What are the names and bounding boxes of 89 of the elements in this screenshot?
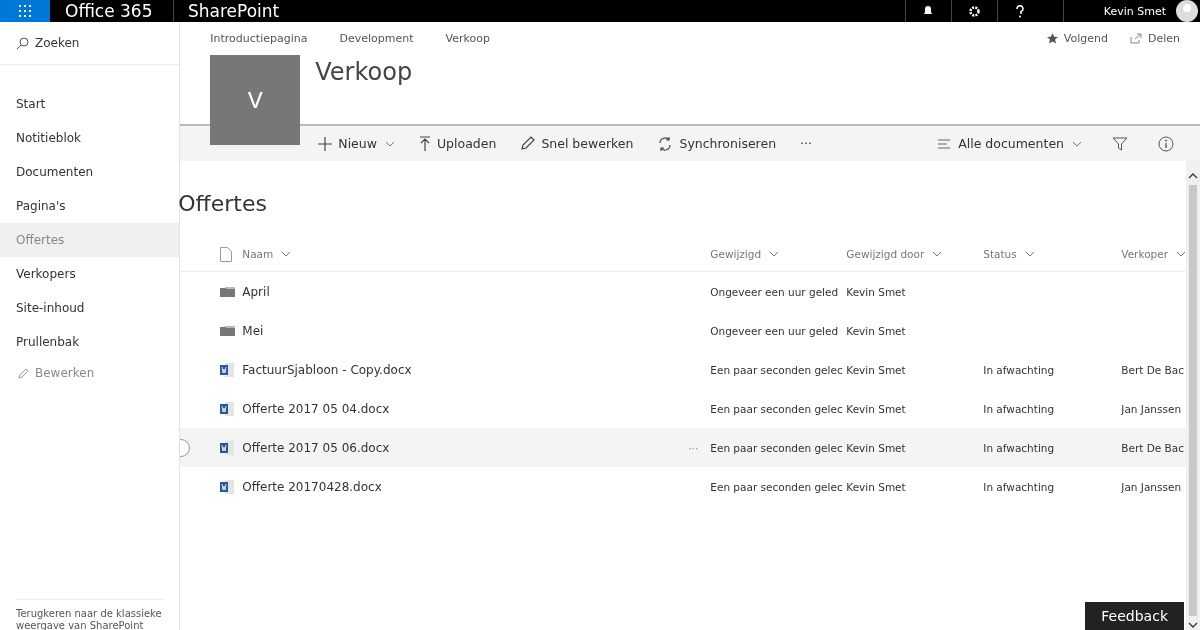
table-cell-text: Een paar seconden gelec xyxy=(710,441,844,454)
sidebar-item[interactable]: Prullenbak xyxy=(0,325,180,359)
column-header[interactable]: Gewijzigd door xyxy=(846,248,925,260)
table-cell-text: In afwachting xyxy=(983,441,1056,454)
sidebar-item[interactable]: Verkopers xyxy=(0,257,180,291)
scroll-up-icon[interactable] xyxy=(1188,173,1198,179)
column-header[interactable]: Status xyxy=(983,248,1017,260)
sidebar-item[interactable]: Documenten xyxy=(0,155,180,189)
table-cell-text: In afwachting xyxy=(983,480,1056,493)
table-cell-text: Jan Janssen xyxy=(1121,480,1183,493)
chevron-down-icon xyxy=(384,140,395,147)
waffle-icon xyxy=(19,5,31,17)
info-icon[interactable] xyxy=(1158,135,1174,152)
star-icon xyxy=(1046,33,1058,44)
avatar-icon[interactable] xyxy=(1174,0,1200,22)
sidebar-item[interactable]: Pagina's xyxy=(0,189,180,223)
table-cell-text: Ongeveer een uur geled xyxy=(710,324,840,337)
table-cell-text: Kevin Smet xyxy=(846,285,907,298)
sidebar-item[interactable]: Site-inhoud xyxy=(0,291,180,325)
chevron-down-icon xyxy=(1072,140,1082,147)
table-cell-text: Kevin Smet xyxy=(846,441,907,454)
file-name[interactable]: April xyxy=(242,284,270,299)
column-header[interactable]: Gewijzigd xyxy=(710,248,762,260)
table-cell-text: In afwachting xyxy=(983,363,1056,376)
more-button[interactable]: ··· xyxy=(800,136,812,151)
sync-button[interactable]: Synchroniseren xyxy=(657,135,777,152)
view-selector[interactable]: Alle documenten xyxy=(938,136,1082,151)
sync-icon xyxy=(657,135,674,152)
file-name[interactable]: Mei xyxy=(242,323,264,338)
chevron-down-icon xyxy=(769,251,780,257)
scroll-down-icon[interactable] xyxy=(1188,622,1198,628)
table-cell-text: Bert De Bac xyxy=(1121,363,1185,376)
table-cell-text: Kevin Smet xyxy=(846,402,907,415)
pencil-icon xyxy=(18,367,29,379)
list-title: Offertes xyxy=(178,191,268,218)
sidebar-item[interactable]: Start xyxy=(0,87,180,121)
follow-button[interactable]: Volgend xyxy=(1046,32,1108,45)
plus-icon xyxy=(318,136,333,151)
product-name[interactable]: SharePoint xyxy=(188,1,280,21)
sidebar-item[interactable]: Notitieblok xyxy=(0,121,180,155)
word-document-icon xyxy=(220,400,236,417)
user-name[interactable]: Kevin Smet xyxy=(1062,0,1166,22)
edit-link[interactable]: Bewerken xyxy=(0,359,180,387)
view-lines-icon xyxy=(938,138,953,149)
breadcrumb-link[interactable]: Verkoop xyxy=(445,32,490,45)
folder-icon xyxy=(220,325,236,336)
chevron-down-icon xyxy=(1176,251,1186,257)
file-name[interactable]: Offerte 2017 05 04.docx xyxy=(242,401,390,416)
table-cell-text: Een paar seconden gelec xyxy=(710,480,844,493)
column-header[interactable]: Naam xyxy=(242,248,274,260)
chevron-down-icon xyxy=(281,251,292,257)
site-title: Verkoop xyxy=(315,58,413,86)
table-cell-text: Een paar seconden gelec xyxy=(710,402,844,415)
table-cell-text: Ongeveer een uur geled xyxy=(710,285,840,298)
column-header[interactable]: Verkoper xyxy=(1121,248,1168,260)
chevron-down-icon xyxy=(1024,251,1035,257)
table-cell-text: Kevin Smet xyxy=(846,363,907,376)
word-document-icon xyxy=(220,478,236,495)
file-name[interactable]: Offerte 20170428.docx xyxy=(242,479,382,494)
site-logo: V xyxy=(210,55,301,145)
upload-button[interactable]: Uploaden xyxy=(418,135,497,152)
app-name[interactable]: Office 365 xyxy=(65,1,173,21)
file-name[interactable]: Offerte 2017 05 06.docx xyxy=(242,440,390,455)
folder-icon xyxy=(220,286,236,297)
table-cell-text: Kevin Smet xyxy=(846,480,907,493)
table-cell-text: Jan Janssen xyxy=(1121,402,1183,415)
search-icon xyxy=(16,36,29,50)
table-cell-text: In afwachting xyxy=(983,402,1056,415)
edit-button[interactable]: Snel bewerken xyxy=(520,136,634,151)
breadcrumb-link[interactable]: Introductiepagina xyxy=(210,32,308,45)
table-cell-text: Een paar seconden gelec xyxy=(710,363,844,376)
app-launcher-button[interactable] xyxy=(0,0,50,22)
table-cell-text: Bert De Bac xyxy=(1121,441,1185,454)
file-name[interactable]: FactuurSjabloon - Copy.docx xyxy=(242,362,412,377)
search-field[interactable]: Zoeken xyxy=(0,22,180,65)
word-document-icon xyxy=(220,361,236,378)
table-cell-text: Kevin Smet xyxy=(846,324,907,337)
share-button[interactable]: Delen xyxy=(1129,32,1180,45)
upload-icon xyxy=(418,135,431,152)
chevron-down-icon xyxy=(932,251,943,257)
file-type-icon xyxy=(220,246,233,262)
new-button[interactable]: Nieuw xyxy=(318,136,395,151)
feedback-button[interactable]: Feedback xyxy=(1085,602,1184,630)
scrollbar[interactable] xyxy=(1186,161,1200,630)
filter-icon[interactable] xyxy=(1112,135,1128,152)
pencil-icon xyxy=(520,136,536,151)
breadcrumb-link[interactable]: Development xyxy=(339,32,414,45)
share-icon xyxy=(1129,33,1142,44)
word-document-icon xyxy=(220,439,236,456)
